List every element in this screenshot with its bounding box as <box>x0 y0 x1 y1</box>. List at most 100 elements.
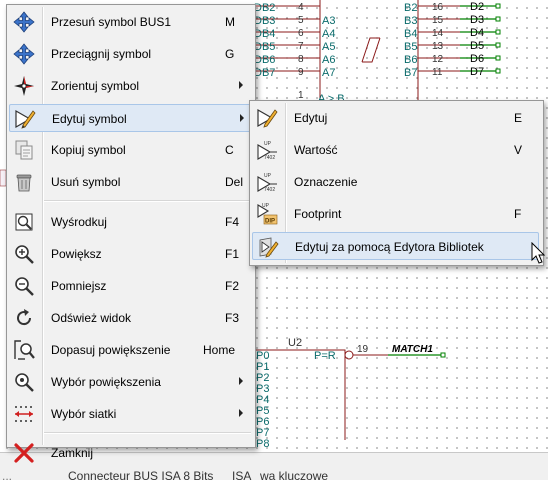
pin-label: A4 <box>322 28 335 40</box>
menu-item-edit-symbol[interactable]: Edytuj symbol <box>9 104 251 132</box>
menu-shortcut: F4 <box>225 215 240 229</box>
menu-shortcut: C <box>225 143 234 157</box>
pin-number: 7 <box>298 41 304 52</box>
pin-label: A5 <box>322 41 335 53</box>
delete-icon <box>16 174 32 192</box>
menu-label: Przesuń symbol BUS1 <box>51 15 172 29</box>
pin-number: 5 <box>298 15 304 26</box>
menu-item-refresh[interactable]: Odśwież widok F3 <box>9 304 251 332</box>
pin-label: DB3 <box>254 15 275 27</box>
menu-item-zoom-in[interactable]: Powiększ F1 <box>9 240 251 268</box>
pin-label: DB4 <box>254 28 275 40</box>
menu-item-orient[interactable]: Zorientuj symbol <box>9 72 251 100</box>
menu-shortcut: M <box>225 15 235 29</box>
submenu-item-edit[interactable]: Edytuj E <box>252 104 539 132</box>
pin-label: B7 <box>404 67 417 79</box>
pin-number: 19 <box>357 344 369 355</box>
zoom-out-icon <box>15 277 34 296</box>
menu-label: Wybór powiększenia <box>51 375 161 389</box>
pin-number: 8 <box>298 54 304 65</box>
pin-label: A7 <box>322 67 335 79</box>
refresh-icon <box>17 309 32 326</box>
menu-label: Wartość <box>294 143 338 157</box>
submenu-item-footprint[interactable]: UP DIP Footprint F <box>252 200 539 228</box>
net-label: D7 <box>470 66 484 78</box>
submenu-arrow-icon <box>239 81 243 89</box>
pin-label: A6 <box>322 54 335 66</box>
menu-item-grid[interactable]: Wybór siatki <box>9 400 251 428</box>
menu-item-center[interactable]: Wyśrodkuj F4 <box>9 208 251 236</box>
submenu-item-value[interactable]: UP 7402 Wartość V <box>252 136 539 164</box>
menu-label: Pomniejsz <box>51 279 107 293</box>
menu-item-drag[interactable]: Przeciągnij symbol G <box>9 40 251 68</box>
menu-label: Usuń symbol <box>51 175 121 189</box>
menu-separator <box>44 200 251 202</box>
drag-icon <box>13 43 35 65</box>
menu-label: Przeciągnij symbol <box>51 47 152 61</box>
pin-label: DB7 <box>254 67 275 79</box>
menu-shortcut: E <box>514 111 523 125</box>
pin-label: B6 <box>404 54 417 66</box>
menu-label: Edytuj <box>294 111 328 125</box>
pin-label: DB6 <box>254 54 275 66</box>
pin-label: DB5 <box>254 41 275 53</box>
zoom-select-icon <box>15 373 34 392</box>
pin-number: 13 <box>432 41 444 52</box>
svg-text:DIP: DIP <box>265 219 275 225</box>
pin-number: 12 <box>432 54 444 65</box>
zoom-in-icon <box>15 245 34 264</box>
menu-label: Kopiuj symbol <box>51 143 126 157</box>
menu-shortcut: Home <box>203 343 236 357</box>
menu-label: Dopasuj powiększenie <box>51 343 171 357</box>
menu-label: Odśwież widok <box>51 311 132 325</box>
move-icon <box>13 11 35 33</box>
pin-number: 15 <box>432 15 444 26</box>
menu-shortcut: F2 <box>225 279 240 293</box>
orient-icon <box>14 76 34 96</box>
svg-text:7402: 7402 <box>264 187 275 193</box>
pin-label: DB2 <box>254 2 275 14</box>
mouse-cursor-icon <box>531 242 545 264</box>
pin-label: B5 <box>404 41 417 53</box>
library-editor-icon <box>259 237 279 258</box>
menu-item-move[interactable]: Przesuń symbol BUS1 M <box>9 8 251 36</box>
context-menu: Przesuń symbol BUS1 M Przeciągnij symbol… <box>6 4 256 463</box>
u2-output-label: P=R <box>314 350 336 362</box>
close-icon <box>14 443 34 463</box>
net-label: MATCH1 <box>392 344 433 355</box>
menu-item-delete[interactable]: Usuń symbol Del <box>9 168 251 196</box>
submenu-item-library-editor[interactable]: Edytuj za pomocą Edytora Bibliotek <box>252 232 539 260</box>
svg-text:UP: UP <box>264 141 272 147</box>
menu-label: Edytuj za pomocą Edytora Bibliotek <box>295 240 484 254</box>
edit-symbol-submenu: Edytuj E UP 7402 Wartość V UP 7402 Oznac… <box>249 100 544 266</box>
zoom-fit-icon <box>14 340 35 360</box>
grid-icon <box>15 406 33 422</box>
submenu-item-reference[interactable]: UP 7402 Oznaczenie <box>252 168 539 196</box>
menu-item-zoom-out[interactable]: Pomniejsz F2 <box>9 272 251 300</box>
status-lib: ISA <box>232 469 252 483</box>
menu-shortcut: F1 <box>225 247 240 261</box>
menu-item-zoom-select[interactable]: Wybór powiększenia <box>9 368 251 396</box>
submenu-arrow-icon <box>240 114 244 122</box>
menu-item-close[interactable]: Zamknij <box>9 439 251 467</box>
pin-number: 6 <box>298 28 304 39</box>
pin-number: 9 <box>298 67 304 78</box>
menu-label: Oznaczenie <box>294 175 358 189</box>
net-label: D3 <box>470 14 484 26</box>
menu-shortcut: F <box>514 207 522 221</box>
bus-connector-left: DB2 DB3 DB4 DB5 DB6 DB7 4 5 6 7 8 9 A3 A… <box>250 0 381 105</box>
status-description: Connecteur BUS ISA 8 Bits <box>68 469 214 483</box>
menu-label: Wyśrodkuj <box>51 215 107 229</box>
svg-text:UP: UP <box>262 203 270 209</box>
edit-icon <box>257 108 278 128</box>
reference-icon: UP 7402 <box>257 173 277 193</box>
menu-label: Zamknij <box>51 446 94 460</box>
pin-label: P8 <box>256 438 269 450</box>
footprint-icon: UP DIP <box>257 203 278 225</box>
menu-label: Wybór siatki <box>51 407 117 421</box>
menu-item-copy[interactable]: Kopiuj symbol C <box>9 136 251 164</box>
bus-connector-right: B2 B3 B4 B5 B6 B7 16 15 14 13 12 11 D2 D… <box>404 0 501 100</box>
menu-item-zoom-fit[interactable]: Dopasuj powiększenie Home <box>9 336 251 364</box>
submenu-arrow-icon <box>239 377 243 385</box>
menu-label: Footprint <box>294 207 342 221</box>
